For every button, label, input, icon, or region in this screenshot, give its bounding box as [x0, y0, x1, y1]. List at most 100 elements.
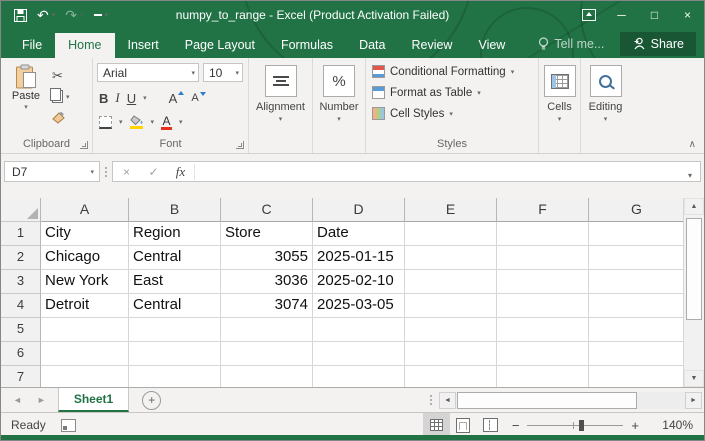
maximize-button[interactable]: □ — [638, 1, 671, 29]
row-header[interactable]: 5 — [1, 318, 41, 342]
cell[interactable]: City — [41, 222, 129, 246]
cell[interactable] — [589, 366, 683, 387]
cell[interactable] — [41, 366, 129, 387]
cell[interactable] — [313, 366, 405, 387]
scroll-left-button[interactable]: ◄ — [439, 392, 456, 409]
cell[interactable] — [589, 318, 683, 342]
cell[interactable] — [497, 342, 589, 366]
cell[interactable] — [589, 270, 683, 294]
undo-button[interactable]: ↶ ▾ — [32, 4, 60, 26]
sheet-tab-sheet1[interactable]: Sheet1 — [58, 388, 129, 412]
scroll-up-button[interactable]: ▲ — [684, 198, 704, 215]
number-menu-button[interactable]: % Number ▾ — [315, 60, 363, 153]
cell[interactable] — [221, 318, 313, 342]
horizontal-scrollbar[interactable]: ◄ ► — [439, 392, 702, 409]
font-color-button[interactable]: A — [161, 115, 172, 130]
cell[interactable] — [589, 294, 683, 318]
underline-button[interactable]: U — [127, 91, 136, 106]
cell[interactable] — [497, 246, 589, 270]
save-button[interactable] — [9, 4, 32, 26]
row-header[interactable]: 3 — [1, 270, 41, 294]
tab-file[interactable]: File — [9, 33, 55, 59]
cell[interactable]: 3074 — [221, 294, 313, 318]
conditional-formatting-button[interactable]: Conditional Formatting ▾ — [368, 60, 536, 81]
zoom-in-button[interactable]: + — [623, 418, 647, 433]
paste-button[interactable]: Paste ▾ — [3, 60, 49, 126]
column-header[interactable]: G — [589, 198, 683, 222]
collapse-ribbon-button[interactable]: ∧ — [689, 139, 696, 150]
cell[interactable] — [589, 342, 683, 366]
cell[interactable]: Store — [221, 222, 313, 246]
scroll-right-button[interactable]: ► — [685, 392, 702, 409]
format-as-table-button[interactable]: Format as Table ▾ — [368, 81, 536, 102]
font-size-select[interactable]: 10 ▾ — [203, 63, 243, 82]
cell[interactable] — [405, 294, 497, 318]
tell-me-button[interactable]: Tell me... — [530, 31, 612, 58]
close-button[interactable]: × — [671, 1, 704, 29]
tab-insert[interactable]: Insert — [115, 33, 172, 59]
row-header[interactable]: 2 — [1, 246, 41, 270]
copy-button[interactable]: ▾ — [49, 88, 73, 105]
column-header[interactable]: C — [221, 198, 313, 222]
cell[interactable] — [129, 366, 221, 387]
tab-data[interactable]: Data — [346, 33, 398, 59]
cancel-button[interactable]: × — [113, 165, 140, 179]
vertical-scrollbar-thumb[interactable] — [686, 218, 702, 320]
enter-button[interactable]: ✓ — [140, 165, 167, 179]
redo-button[interactable]: ↷ ▾ — [60, 4, 88, 26]
cell[interactable] — [497, 318, 589, 342]
ribbon-display-options-button[interactable] — [572, 1, 605, 29]
tab-review[interactable]: Review — [398, 33, 465, 59]
cell[interactable]: New York — [41, 270, 129, 294]
zoom-level[interactable]: 140% — [647, 418, 704, 432]
cell[interactable] — [405, 222, 497, 246]
column-header[interactable]: B — [129, 198, 221, 222]
cell[interactable] — [405, 366, 497, 387]
cell[interactable]: Detroit — [41, 294, 129, 318]
cell[interactable] — [41, 318, 129, 342]
column-header[interactable]: D — [313, 198, 405, 222]
cell[interactable] — [497, 366, 589, 387]
font-name-select[interactable]: Arial ▾ — [97, 63, 199, 82]
select-all-button[interactable] — [1, 198, 41, 222]
cell[interactable] — [313, 318, 405, 342]
insert-function-button[interactable]: fx — [167, 164, 195, 180]
cell[interactable]: East — [129, 270, 221, 294]
cell[interactable]: 2025-02-10 — [313, 270, 405, 294]
cell[interactable] — [221, 366, 313, 387]
macro-record-icon[interactable] — [61, 419, 76, 432]
column-header[interactable]: E — [405, 198, 497, 222]
minimize-button[interactable]: ─ — [605, 1, 638, 29]
vertical-scrollbar[interactable]: ▲ ▼ — [683, 198, 704, 387]
cell[interactable]: Date — [313, 222, 405, 246]
tab-page-layout[interactable]: Page Layout — [172, 33, 268, 59]
new-sheet-button[interactable]: + — [142, 391, 161, 410]
column-header[interactable]: F — [497, 198, 589, 222]
cell[interactable] — [405, 318, 497, 342]
cell[interactable] — [589, 246, 683, 270]
row-header[interactable]: 7 — [1, 366, 41, 387]
share-button[interactable]: Share — [620, 32, 696, 56]
cell[interactable] — [405, 246, 497, 270]
cell[interactable] — [221, 342, 313, 366]
italic-button[interactable]: I — [115, 90, 119, 106]
cell[interactable]: 3055 — [221, 246, 313, 270]
zoom-slider-thumb[interactable] — [579, 420, 584, 431]
decrease-font-size-button[interactable]: A — [191, 92, 205, 104]
borders-button[interactable] — [99, 116, 112, 129]
bold-button[interactable]: B — [99, 91, 108, 106]
page-layout-view-button[interactable] — [450, 413, 477, 437]
cell[interactable]: Central — [129, 246, 221, 270]
cell[interactable]: Region — [129, 222, 221, 246]
previous-sheet-button[interactable]: ◄ — [13, 395, 22, 405]
scroll-down-button[interactable]: ▼ — [684, 370, 704, 387]
cell[interactable]: 2025-03-05 — [313, 294, 405, 318]
zoom-slider[interactable] — [527, 425, 623, 426]
tab-scrollbar-divider[interactable] — [430, 395, 432, 405]
format-painter-button[interactable] — [49, 109, 73, 126]
increase-font-size-button[interactable]: A — [169, 91, 185, 106]
cell[interactable]: 3036 — [221, 270, 313, 294]
cut-button[interactable]: ✂ — [49, 67, 73, 84]
cell[interactable]: 2025-01-15 — [313, 246, 405, 270]
alignment-menu-button[interactable]: Alignment ▾ — [251, 60, 310, 153]
